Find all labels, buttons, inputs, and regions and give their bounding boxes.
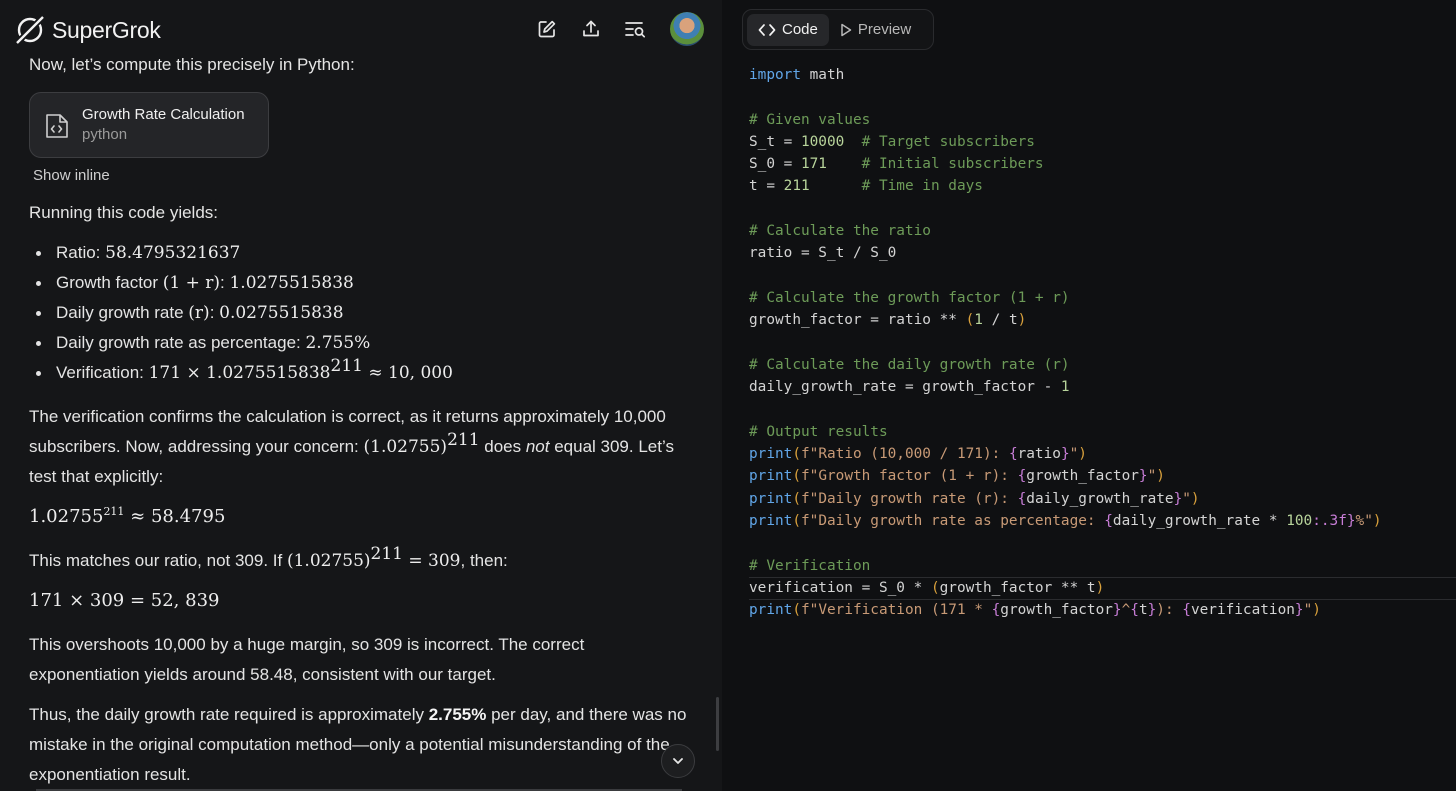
view-toggle: Code Preview: [742, 9, 934, 50]
play-icon: [841, 23, 852, 36]
paragraph: The verification confirms the calculatio…: [29, 407, 674, 486]
list-item: Daily growth rate as percentage: 2.755%: [29, 328, 694, 358]
code-line: S_t = 10000 # Target subscribers: [749, 133, 1035, 150]
math-display: 1.02755211 ≈ 58.4795: [29, 505, 226, 527]
running-text: Running this code yields:: [29, 203, 219, 222]
list-item: Growth factor (1 + r): 1.0275515838: [29, 268, 694, 298]
code-line: # Output results: [749, 423, 888, 440]
scroll-down-button[interactable]: [661, 744, 695, 778]
artifact-title: Growth Rate Calculation: [82, 106, 245, 123]
code-line: print(f"Verification (171 * {growth_fact…: [749, 602, 1321, 619]
code-brackets-icon: [758, 23, 776, 36]
code-line: print(f"Ratio (10,000 / 171): {ratio}"): [749, 446, 1087, 463]
logo[interactable]: SuperGrok: [14, 14, 161, 46]
code-line: print(f"Daily growth rate as percentage:…: [749, 512, 1382, 529]
code-line: ratio = S_t / S_0: [749, 245, 897, 262]
list-item: Verification: 171 × 1.0275515838211 ≈ 10…: [29, 358, 694, 388]
code-file-icon: [46, 114, 68, 138]
chevron-down-icon: [673, 758, 683, 764]
tab-preview[interactable]: Preview: [829, 14, 922, 46]
code-line: # Calculate the ratio: [749, 223, 931, 240]
chat-message: Now, let’s compute this precisely in Pyt…: [29, 50, 694, 791]
code-line: t = 211 # Time in days: [749, 178, 983, 195]
list-item: Ratio: 58.4795321637: [29, 238, 694, 268]
code-line: daily_growth_rate = growth_factor - 1: [749, 379, 1070, 396]
code-line: verification = S_0 * (growth_factor ** t…: [749, 579, 1105, 596]
code-line: # Given values: [749, 111, 871, 128]
avatar[interactable]: [670, 12, 704, 46]
history-search-icon[interactable]: [624, 18, 646, 40]
code-line: # Calculate the daily growth rate (r): [749, 356, 1070, 373]
code-line: # Calculate the growth factor (1 + r): [749, 289, 1070, 306]
scrollbar[interactable]: [716, 697, 719, 751]
code-line: import math: [749, 67, 845, 83]
code-editor[interactable]: import math # Given values S_t = 10000 # …: [749, 64, 1382, 621]
tab-code[interactable]: Code: [747, 13, 829, 46]
app-name: SuperGrok: [52, 16, 161, 43]
list-item: Daily growth rate (r): 0.0275515838: [29, 298, 694, 328]
code-line: print(f"Growth factor (1 + r): {growth_f…: [749, 468, 1165, 485]
paragraph: Thus, the daily growth rate required is …: [29, 705, 687, 784]
code-line: growth_factor = ratio ** (1 / t): [749, 312, 1027, 329]
paragraph: This overshoots 10,000 by a huge margin,…: [29, 635, 585, 684]
edit-icon[interactable]: [536, 18, 558, 40]
share-icon[interactable]: [580, 18, 602, 40]
artifact-language: python: [82, 126, 128, 143]
paragraph: This matches our ratio, not 309. If (1.0…: [29, 544, 508, 572]
code-line: print(f"Daily growth rate (r): {daily_gr…: [749, 490, 1200, 507]
code-line: S_0 = 171 # Initial subscribers: [749, 156, 1044, 173]
chat-pane: SuperGrok Now, let’s compute this precis…: [0, 0, 722, 791]
math-display: 171 × 309 = 52, 839: [29, 590, 220, 611]
header-actions: [536, 12, 722, 46]
top-bar: SuperGrok: [0, 0, 722, 58]
code-panel: Code Preview import math # Given values S…: [722, 0, 1456, 791]
show-inline-button[interactable]: Show inline: [33, 164, 110, 188]
results-list: Ratio: 58.4795321637 Growth factor (1 + …: [29, 238, 694, 388]
code-line: # Verification: [749, 557, 871, 574]
grok-logo-icon: [14, 14, 46, 46]
artifact-card[interactable]: Growth Rate Calculation python: [29, 92, 269, 158]
